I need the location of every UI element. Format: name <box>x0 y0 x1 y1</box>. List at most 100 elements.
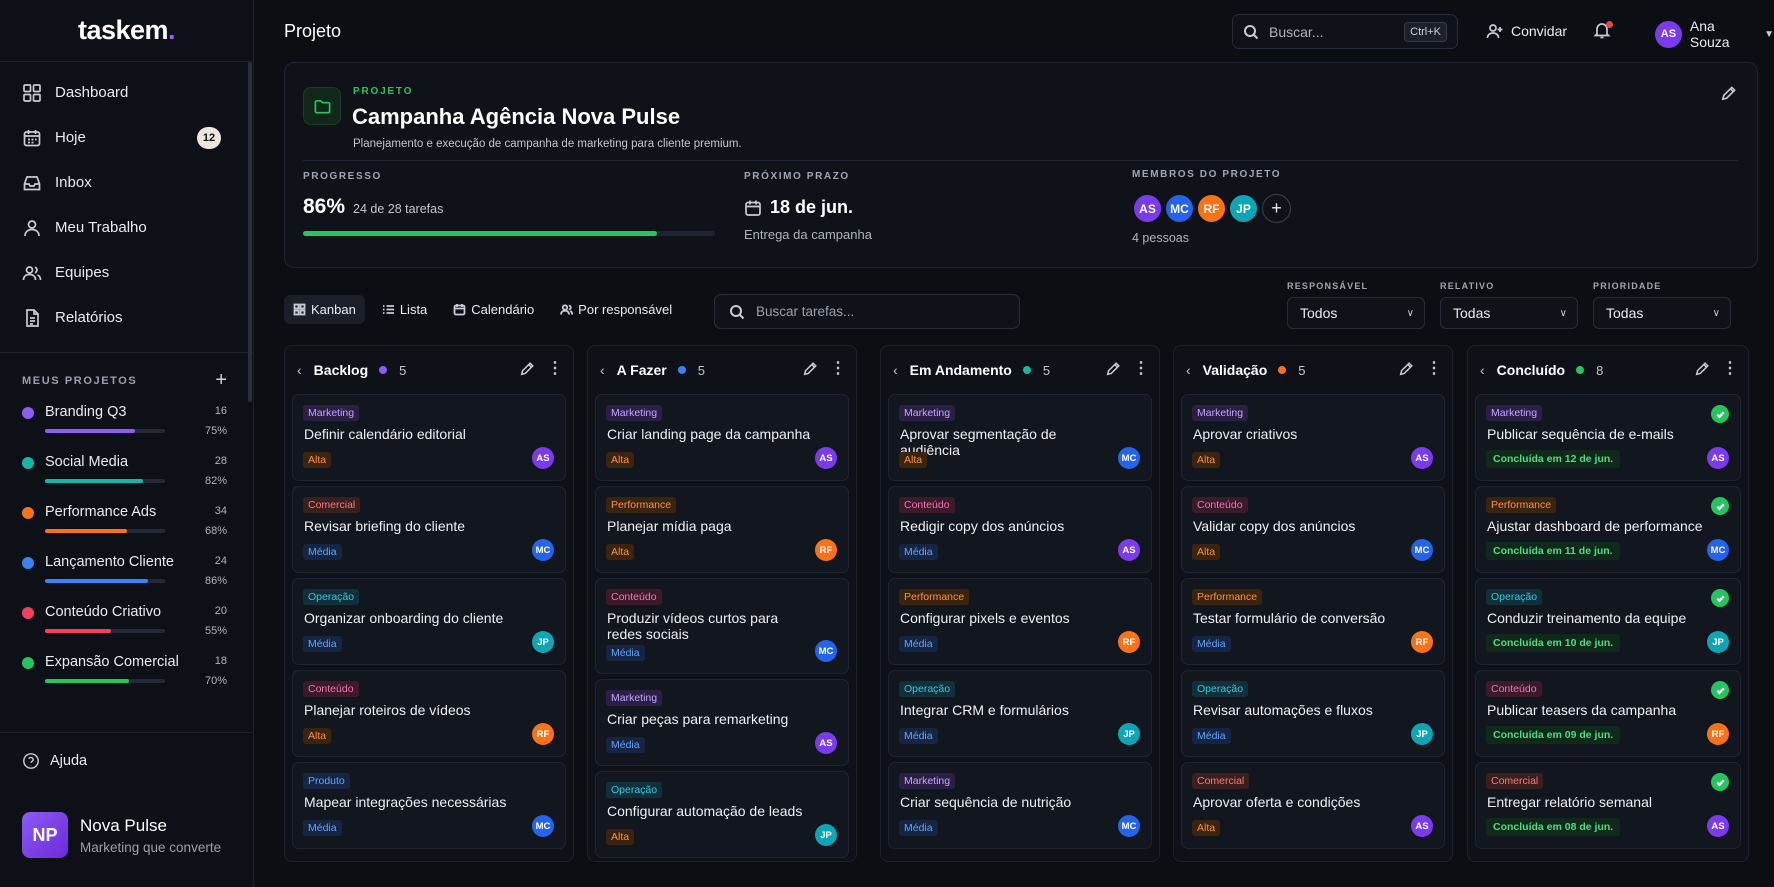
add-project-button[interactable]: + <box>215 369 227 392</box>
workspace-switcher[interactable]: NP Nova Pulse Marketing que converte <box>22 812 221 858</box>
chevron-left-icon[interactable]: ‹ <box>893 362 898 378</box>
task-card[interactable]: Comercial Entregar relatório semanal Concl… <box>1475 762 1741 849</box>
assignee-avatar[interactable]: RF <box>532 723 554 745</box>
more-vertical-icon[interactable]: ⋮ <box>547 361 563 377</box>
task-card[interactable]: Conteúdo Publicar teasers da campanha Conc… <box>1475 670 1741 757</box>
assignee-avatar[interactable]: MC <box>1411 539 1433 561</box>
sidebar-item-hoje[interactable]: Hoje 12 <box>0 115 253 160</box>
filter-select[interactable]: Todas ∨ <box>1440 297 1578 329</box>
assignee-avatar[interactable]: RF <box>1411 631 1433 653</box>
assignee-avatar[interactable]: MC <box>1707 539 1729 561</box>
assignee-avatar[interactable]: JP <box>532 631 554 653</box>
pencil-icon[interactable] <box>1694 361 1710 377</box>
sidebar-scrollbar[interactable] <box>248 62 252 402</box>
assignee-avatar[interactable]: JP <box>1707 631 1729 653</box>
task-search-input[interactable]: Buscar tarefas... <box>714 294 1020 329</box>
task-card[interactable]: Marketing Criar sequência de nutrição Médi… <box>888 762 1152 849</box>
task-card[interactable]: Conteúdo Redigir copy dos anúncios Média AS <box>888 486 1152 573</box>
pencil-icon[interactable] <box>802 361 818 377</box>
invite-button[interactable]: Convidar <box>1486 22 1567 40</box>
sidebar-project-conte-do-criativo[interactable]: Conteúdo Criativo 20 55% <box>0 604 253 642</box>
task-card[interactable]: Marketing Criar landing page da campanha A… <box>595 394 849 481</box>
pencil-icon[interactable] <box>1398 361 1414 377</box>
task-card[interactable]: Comercial Revisar briefing do cliente Médi… <box>292 486 566 573</box>
add-member-button[interactable]: + <box>1262 194 1291 223</box>
more-vertical-icon[interactable]: ⋮ <box>1426 361 1442 377</box>
sidebar-item-relatorios[interactable]: Relatórios <box>0 295 253 340</box>
chevron-left-icon[interactable]: ‹ <box>1480 362 1485 378</box>
assignee-avatar[interactable]: JP <box>1411 723 1433 745</box>
task-card[interactable]: Performance Testar formulário de conversã… <box>1181 578 1445 665</box>
chevron-left-icon[interactable]: ‹ <box>297 362 302 378</box>
task-card[interactable]: Marketing Aprovar segmentação de audiênci… <box>888 394 1152 481</box>
sidebar-project-performance-ads[interactable]: Performance Ads 34 68% <box>0 504 253 542</box>
task-card[interactable]: Comercial Aprovar oferta e condições Alta A… <box>1181 762 1445 849</box>
assignee-avatar[interactable]: AS <box>1411 815 1433 837</box>
assignee-avatar[interactable]: JP <box>815 824 837 846</box>
more-vertical-icon[interactable]: ⋮ <box>830 361 846 377</box>
task-card[interactable]: Operação Configurar automação de leads Alt… <box>595 771 849 858</box>
assignee-avatar[interactable]: AS <box>1707 447 1729 469</box>
pencil-icon[interactable] <box>519 361 535 377</box>
task-card[interactable]: Operação Organizar onboarding do cliente M… <box>292 578 566 665</box>
sidebar-item-equipes[interactable]: Equipes <box>0 250 253 295</box>
task-card[interactable]: Operação Integrar CRM e formulários Média J… <box>888 670 1152 757</box>
chevron-left-icon[interactable]: ‹ <box>600 362 605 378</box>
task-card[interactable]: Conteúdo Validar copy dos anúncios Alta MC <box>1181 486 1445 573</box>
tab-lista[interactable]: Lista <box>373 295 436 324</box>
assignee-avatar[interactable]: RF <box>1118 631 1140 653</box>
assignee-avatar[interactable]: AS <box>532 447 554 469</box>
assignee-avatar[interactable]: MC <box>1118 815 1140 837</box>
sidebar-project-branding-q3[interactable]: Branding Q3 16 75% <box>0 404 253 442</box>
task-card[interactable]: Operação Revisar automações e fluxos Média… <box>1181 670 1445 757</box>
tab-por-respons-vel[interactable]: Por responsável <box>551 295 681 324</box>
assignee-avatar[interactable]: AS <box>1707 815 1729 837</box>
task-card[interactable]: Marketing Aprovar criativos Alta AS <box>1181 394 1445 481</box>
task-card[interactable]: Conteúdo Planejar roteiros de vídeos Alta R… <box>292 670 566 757</box>
member-avatar[interactable]: MC <box>1164 193 1195 224</box>
assignee-avatar[interactable]: JP <box>1118 723 1140 745</box>
assignee-avatar[interactable]: MC <box>532 815 554 837</box>
assignee-avatar[interactable]: AS <box>815 732 837 754</box>
app-logo[interactable]: taskem. <box>0 0 253 62</box>
task-card[interactable]: Operação Conduzir treinamento da equipe Co… <box>1475 578 1741 665</box>
sidebar-item-meu-trabalho[interactable]: Meu Trabalho <box>0 205 253 250</box>
assignee-avatar[interactable]: AS <box>1411 447 1433 469</box>
edit-project-button[interactable] <box>1720 85 1737 107</box>
more-vertical-icon[interactable]: ⋮ <box>1133 361 1149 377</box>
user-menu[interactable]: AS Ana Souza ▼ <box>1655 18 1774 50</box>
assignee-avatar[interactable]: RF <box>1707 723 1729 745</box>
filter-select[interactable]: Todos ∨ <box>1287 297 1425 329</box>
task-card[interactable]: Performance Configurar pixels e eventos Mé… <box>888 578 1152 665</box>
assignee-avatar[interactable]: AS <box>815 447 837 469</box>
task-card[interactable]: Marketing Criar peças para remarketing Méd… <box>595 679 849 766</box>
pencil-icon[interactable] <box>1105 361 1121 377</box>
tab-kanban[interactable]: Kanban <box>284 295 365 324</box>
assignee-avatar[interactable]: RF <box>815 539 837 561</box>
task-card[interactable]: Performance Planejar mídia paga Alta RF <box>595 486 849 573</box>
help-link[interactable]: Ajuda <box>22 752 87 770</box>
assignee-avatar[interactable]: AS <box>1118 539 1140 561</box>
global-search-input[interactable]: Buscar... Ctrl+K <box>1232 14 1458 49</box>
member-avatar[interactable]: AS <box>1132 193 1163 224</box>
notifications-button[interactable] <box>1593 21 1613 41</box>
assignee-avatar[interactable]: MC <box>815 640 837 662</box>
task-card[interactable]: Conteúdo Produzir vídeos curtos para rede… <box>595 578 849 674</box>
task-card[interactable]: Marketing Definir calendário editorial Alt… <box>292 394 566 481</box>
tab-calend-rio[interactable]: Calendário <box>444 295 543 324</box>
task-card[interactable]: Performance Ajustar dashboard de performa… <box>1475 486 1741 573</box>
member-avatar[interactable]: JP <box>1228 193 1259 224</box>
assignee-avatar[interactable]: MC <box>532 539 554 561</box>
assignee-avatar[interactable]: MC <box>1118 447 1140 469</box>
task-card[interactable]: Produto Mapear integrações necessárias Méd… <box>292 762 566 849</box>
sidebar-project-lan-amento-cliente[interactable]: Lançamento Cliente 24 86% <box>0 554 253 592</box>
sidebar-item-dashboard[interactable]: Dashboard <box>0 70 253 115</box>
chevron-left-icon[interactable]: ‹ <box>1186 362 1191 378</box>
more-vertical-icon[interactable]: ⋮ <box>1722 361 1738 377</box>
sidebar-project-social-media[interactable]: Social Media 28 82% <box>0 454 253 492</box>
sidebar-item-inbox[interactable]: Inbox <box>0 160 253 205</box>
member-avatar[interactable]: RF <box>1196 193 1227 224</box>
task-card[interactable]: Marketing Publicar sequência de e-mails Co… <box>1475 394 1741 481</box>
filter-select[interactable]: Todas ∨ <box>1593 297 1731 329</box>
sidebar-project-expans-o-comercial[interactable]: Expansão Comercial 18 70% <box>0 654 253 692</box>
